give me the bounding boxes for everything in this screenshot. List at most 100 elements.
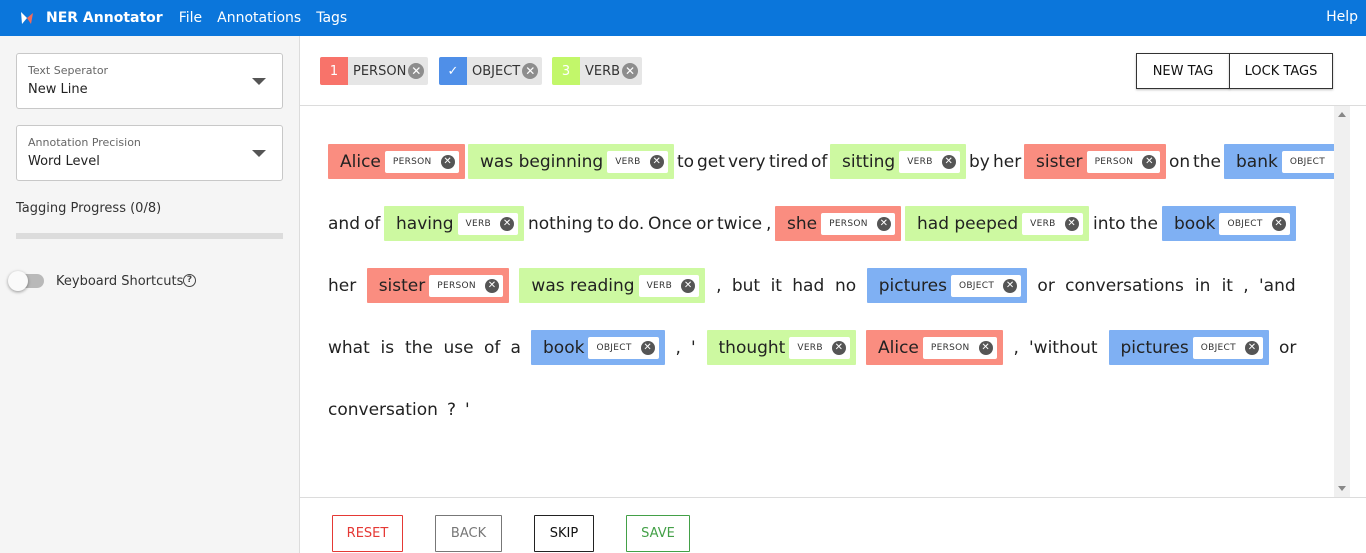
- word-token[interactable]: or: [1037, 276, 1054, 296]
- remove-entity-icon[interactable]: ✕: [500, 216, 515, 231]
- word-token[interactable]: use: [444, 338, 474, 358]
- word-token[interactable]: conversation: [328, 400, 438, 420]
- word-token[interactable]: her: [993, 152, 1021, 172]
- help-circle-icon[interactable]: ?: [183, 274, 196, 287]
- lock-tags-button[interactable]: LOCK TAGS: [1229, 53, 1333, 89]
- word-token[interactable]: it: [771, 276, 782, 296]
- word-token[interactable]: very: [728, 152, 766, 172]
- entity-object[interactable]: book OBJECT ✕: [531, 330, 665, 365]
- remove-tag-icon[interactable]: ✕: [622, 63, 639, 79]
- word-token[interactable]: 'and: [1259, 276, 1296, 296]
- word-token[interactable]: ?: [447, 400, 456, 420]
- entity-object[interactable]: pictures OBJECT ✕: [866, 268, 1028, 303]
- remove-entity-icon[interactable]: ✕: [484, 278, 499, 293]
- word-token[interactable]: and: [328, 214, 360, 234]
- new-tag-button[interactable]: NEW TAG: [1136, 53, 1230, 89]
- word-token[interactable]: the: [1130, 214, 1158, 234]
- scrollbar-track[interactable]: [1334, 106, 1350, 497]
- entity-person[interactable]: she PERSON ✕: [775, 206, 901, 241]
- remove-entity-icon[interactable]: ✕: [978, 340, 993, 355]
- remove-entity-icon[interactable]: ✕: [440, 154, 455, 169]
- entity-verb[interactable]: had peeped VERB ✕: [905, 206, 1089, 241]
- reset-button[interactable]: RESET: [332, 515, 403, 552]
- menu-tags[interactable]: Tags: [316, 10, 347, 26]
- word-token[interactable]: is: [381, 338, 395, 358]
- tag-chip-person[interactable]: 1 PERSON ✕: [320, 57, 429, 85]
- word-token[interactable]: by: [969, 152, 990, 172]
- entity-person[interactable]: sister PERSON ✕: [366, 268, 509, 303]
- scroll-up-arrow-icon[interactable]: [1338, 112, 1346, 117]
- remove-entity-icon[interactable]: ✕: [1003, 278, 1018, 293]
- word-token[interactable]: tired: [769, 152, 808, 172]
- word-token[interactable]: of: [364, 214, 380, 234]
- remove-entity-icon[interactable]: ✕: [649, 154, 664, 169]
- word-token[interactable]: ': [465, 400, 470, 420]
- remove-entity-icon[interactable]: ✕: [941, 154, 956, 169]
- remove-tag-icon[interactable]: ✕: [408, 63, 425, 79]
- word-token[interactable]: what: [328, 338, 370, 358]
- annotation-precision-select[interactable]: Annotation Precision Word Level: [16, 125, 283, 181]
- remove-entity-icon[interactable]: ✕: [1064, 216, 1079, 231]
- word-token[interactable]: no: [835, 276, 856, 296]
- word-token[interactable]: her: [328, 276, 356, 296]
- save-button[interactable]: SAVE: [626, 515, 690, 552]
- word-token[interactable]: on: [1169, 152, 1190, 172]
- remove-entity-icon[interactable]: ✕: [681, 278, 696, 293]
- word-token[interactable]: do.: [618, 214, 644, 234]
- keyboard-shortcuts-toggle[interactable]: [8, 271, 44, 291]
- remove-entity-icon[interactable]: ✕: [1142, 154, 1157, 169]
- word-token[interactable]: in: [1195, 276, 1211, 296]
- text-separator-select[interactable]: Text Seperator New Line: [16, 53, 283, 109]
- menu-file[interactable]: File: [179, 10, 202, 26]
- word-token[interactable]: the: [1193, 152, 1221, 172]
- word-token[interactable]: ,: [766, 214, 771, 234]
- word-token[interactable]: ,: [1243, 276, 1248, 296]
- word-token[interactable]: nothing: [528, 214, 593, 234]
- word-token[interactable]: to: [597, 214, 614, 234]
- entity-person[interactable]: Alice PERSON ✕: [328, 144, 465, 179]
- word-token[interactable]: ,: [716, 276, 721, 296]
- word-token[interactable]: ,: [1014, 338, 1019, 358]
- entity-verb[interactable]: was reading VERB ✕: [519, 268, 706, 303]
- entity-person[interactable]: sister PERSON ✕: [1024, 144, 1167, 179]
- tag-chip-object[interactable]: ✓ OBJECT ✕: [439, 57, 543, 85]
- skip-button[interactable]: SKIP: [534, 515, 594, 552]
- entity-object[interactable]: book OBJECT ✕: [1162, 206, 1296, 241]
- scrollbar[interactable]: [1334, 106, 1366, 497]
- scroll-down-arrow-icon[interactable]: [1338, 486, 1346, 491]
- back-button[interactable]: BACK: [435, 515, 502, 552]
- word-token[interactable]: Once: [648, 214, 692, 234]
- word-token[interactable]: to: [677, 152, 694, 172]
- word-token[interactable]: into: [1093, 214, 1126, 234]
- word-token[interactable]: or: [696, 214, 713, 234]
- word-token[interactable]: twice: [717, 214, 762, 234]
- word-token[interactable]: of: [811, 152, 827, 172]
- entity-verb[interactable]: thought VERB ✕: [706, 330, 856, 365]
- word-token[interactable]: of: [484, 338, 500, 358]
- remove-tag-icon[interactable]: ✕: [522, 63, 539, 79]
- tag-chip-verb[interactable]: 3 VERB ✕: [552, 57, 643, 85]
- word-token[interactable]: had: [792, 276, 824, 296]
- menu-annotations[interactable]: Annotations: [217, 10, 301, 26]
- word-token[interactable]: or: [1279, 338, 1296, 358]
- word-token[interactable]: conversations: [1065, 276, 1184, 296]
- entity-verb[interactable]: having VERB ✕: [384, 206, 525, 241]
- entity-person[interactable]: Alice PERSON ✕: [866, 330, 1003, 365]
- word-token[interactable]: 'without: [1029, 338, 1098, 358]
- word-token[interactable]: it: [1222, 276, 1233, 296]
- word-token[interactable]: ': [691, 338, 696, 358]
- word-token[interactable]: the: [405, 338, 433, 358]
- entity-object[interactable]: pictures OBJECT ✕: [1108, 330, 1269, 365]
- remove-entity-icon[interactable]: ✕: [640, 340, 655, 355]
- remove-entity-icon[interactable]: ✕: [1244, 340, 1259, 355]
- remove-entity-icon[interactable]: ✕: [831, 340, 846, 355]
- help-link[interactable]: Help: [1326, 9, 1358, 25]
- remove-entity-icon[interactable]: ✕: [876, 216, 891, 231]
- entity-verb[interactable]: was beginning VERB ✕: [468, 144, 674, 179]
- word-token[interactable]: ,: [676, 338, 681, 358]
- word-token[interactable]: get: [697, 152, 725, 172]
- remove-entity-icon[interactable]: ✕: [1271, 216, 1286, 231]
- entity-verb[interactable]: sitting VERB ✕: [830, 144, 966, 179]
- word-token[interactable]: but: [732, 276, 760, 296]
- word-token[interactable]: a: [511, 338, 521, 358]
